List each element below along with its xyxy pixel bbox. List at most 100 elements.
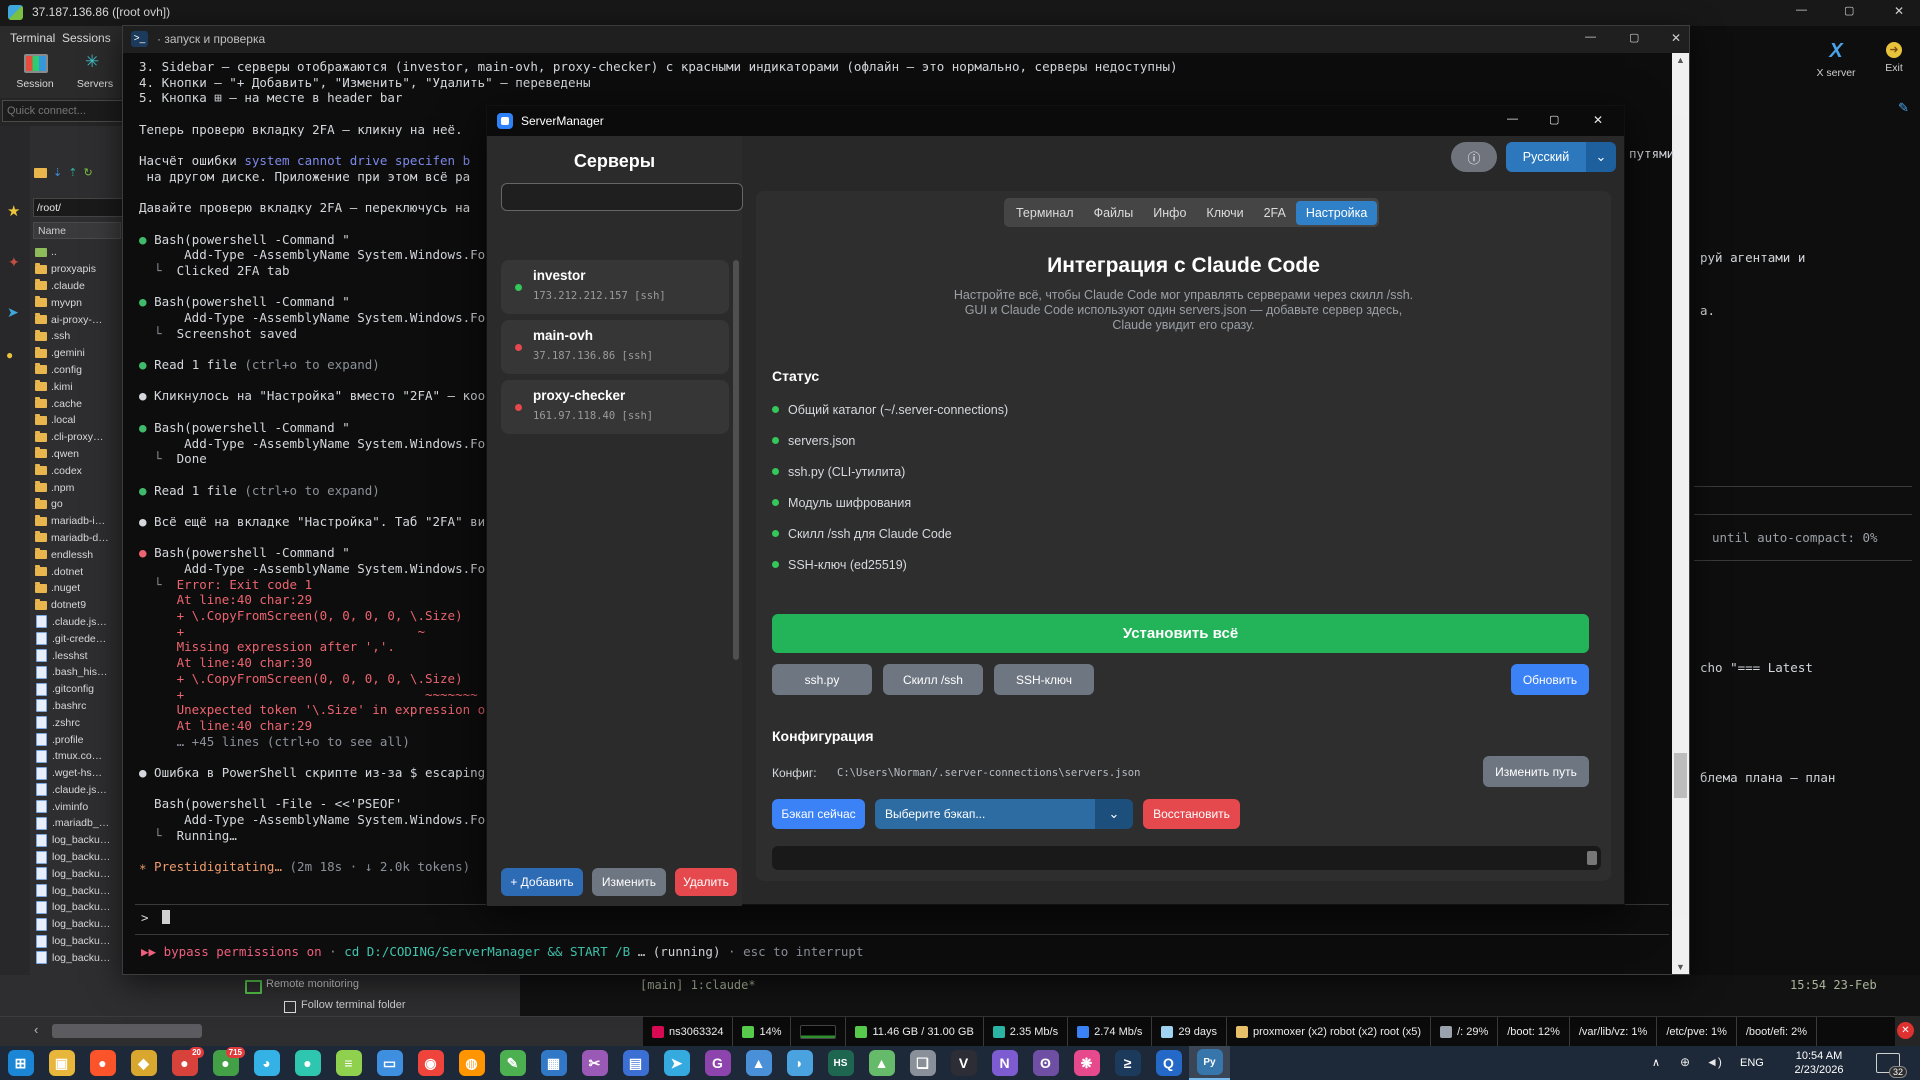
server-card[interactable]: proxy-checker161.97.118.40 [ssh] [501,380,729,434]
taskbar-icon-app-yellow[interactable]: ◆ [123,1046,164,1080]
file-row[interactable]: log_backu… [33,949,121,966]
taskbar-icon-edge[interactable]: ◕ [246,1046,287,1080]
taskbar-icon-photos[interactable]: ▲ [738,1046,779,1080]
file-row[interactable]: dotnet9 [33,597,121,614]
tray-chevron-icon[interactable]: ∧ [1652,1056,1660,1069]
taskbar-icon-design-tool[interactable]: ✂ [574,1046,615,1080]
install-SSH-ключ-button[interactable]: SSH-ключ [994,664,1094,695]
taskbar-icon-gitkraken[interactable]: ʘ [1025,1046,1066,1080]
tab-2FA[interactable]: 2FA [1254,201,1296,225]
file-row[interactable]: .zshrc [33,714,121,731]
scrollbar-up-icon[interactable]: ▲ [1676,55,1685,65]
tools-icon[interactable]: ● [6,348,13,362]
file-row[interactable]: log_backu… [33,865,121,882]
file-row[interactable]: log_backu… [33,832,121,849]
file-row[interactable]: .claude.js… [33,614,121,631]
follow-folder-label[interactable]: Follow terminal folder [301,999,406,1011]
taskbar-icon-g-app[interactable]: G [697,1046,738,1080]
file-row[interactable]: mariadb-d… [33,530,121,547]
sm-maximize-icon[interactable]: ▢ [1549,113,1559,126]
quick-connect-input[interactable] [2,100,128,122]
file-row[interactable]: .lesshst [33,647,121,664]
sm-close-icon[interactable]: ✕ [1593,113,1603,127]
file-row[interactable]: .nuget [33,580,121,597]
taskbar-icon-powershell[interactable]: ≥ [1107,1046,1148,1080]
taskbar-icon-hs-app[interactable]: HS [820,1046,861,1080]
file-row[interactable]: .qwen [33,446,121,463]
file-row[interactable]: .cli-proxy… [33,429,121,446]
file-row[interactable]: mariadb-i… [33,513,121,530]
taskbar-icon-browser-profile-2[interactable]: ●715 [205,1046,246,1080]
terminal-scrollbar[interactable]: ▲ ▼ [1672,53,1689,974]
install-Скилл /ssh-button[interactable]: Скилл /ssh [883,664,983,695]
taskbar-icon-remote-desktop[interactable]: ▭ [369,1046,410,1080]
file-row[interactable]: endlessh [33,546,121,563]
sm-output-field[interactable] [772,846,1601,870]
sm-minimize-icon[interactable]: — [1507,113,1518,125]
backup-now-button[interactable]: Бэкап сейчас [772,799,865,829]
change-path-button[interactable]: Изменить путь [1483,756,1589,787]
file-row[interactable]: log_backu… [33,933,121,950]
file-row[interactable]: .local [33,412,121,429]
file-row[interactable]: proxyapis [33,261,121,278]
maximize-icon[interactable]: ▢ [1844,4,1854,17]
taskbar-icon-notepad[interactable]: ≡ [328,1046,369,1080]
menu-terminal[interactable]: Terminal [10,31,55,45]
file-row[interactable]: .viminfo [33,798,121,815]
file-row[interactable]: .bash_his… [33,664,121,681]
file-row[interactable]: .gitconfig [33,681,121,698]
scrollbar-down-icon[interactable]: ▼ [1676,962,1685,972]
tab-Инфо[interactable]: Инфо [1143,201,1196,225]
follow-folder-checkbox[interactable] [284,1001,296,1013]
taskbar-icon-quick-tile[interactable]: Q [1148,1046,1189,1080]
taskbar-icon-brave[interactable]: ● [82,1046,123,1080]
file-row[interactable]: .git-crede… [33,630,121,647]
file-row[interactable]: .bashrc [33,698,121,715]
favorites-star-icon[interactable]: ★ [7,202,20,220]
taskbar-icon-telegram[interactable]: ➤ [656,1046,697,1080]
taskbar-icon-figma[interactable]: ❋ [1066,1046,1107,1080]
tray-network-icon[interactable]: ⊕ [1680,1055,1690,1069]
file-row[interactable]: ai-proxy-… [33,311,121,328]
info-button[interactable]: ⓘ [1451,142,1497,172]
language-dropdown[interactable]: Русский ⌄ [1506,142,1616,172]
taskbar-icon-docs-book[interactable]: ▤ [615,1046,656,1080]
monitoring-close-icon[interactable]: ✕ [1897,1022,1914,1039]
taskbar-icon-layers[interactable]: ❏ [902,1046,943,1080]
tab-Ключи[interactable]: Ключи [1196,201,1253,225]
backup-select[interactable]: Выберите бэкап... ⌄ [875,799,1133,829]
taskbar-icon-prism[interactable]: ▲ [861,1046,902,1080]
file-row[interactable]: .. [33,244,121,261]
taskbar-icon-explorer[interactable]: ▣ [41,1046,82,1080]
tab-Терминал[interactable]: Терминал [1006,201,1084,225]
edit-server-button[interactable]: Изменить [592,868,666,896]
server-card[interactable]: investor173.212.212.157 [ssh] [501,260,729,314]
terminal-close-icon[interactable]: ✕ [1671,31,1681,45]
taskbar-icon-docker[interactable]: ◗ [779,1046,820,1080]
taskbar-icon-firefox[interactable]: ◍ [451,1046,492,1080]
file-row[interactable]: .claude [33,278,121,295]
tab-Настройка[interactable]: Настройка [1296,201,1378,225]
file-row[interactable]: log_backu… [33,916,121,933]
taskbar-icon-notion[interactable]: N [984,1046,1025,1080]
file-row[interactable]: myvpn [33,294,121,311]
install-all-button[interactable]: Установить всё [772,614,1589,653]
taskbar-icon-python[interactable]: Py [1189,1046,1230,1080]
taskbar-icon-code-green[interactable]: ✎ [492,1046,533,1080]
upload-icon[interactable]: ⇡ [68,168,77,178]
exit-button[interactable]: ➜ Exit [1872,40,1916,76]
file-row[interactable]: log_backu… [33,882,121,899]
tab-Файлы[interactable]: Файлы [1084,201,1144,225]
add-server-button[interactable]: + Добавить [501,868,583,896]
file-row[interactable]: .config [33,362,121,379]
prompt-row[interactable]: > [141,910,170,925]
file-row[interactable]: .kimi [33,378,121,395]
file-row[interactable]: .codex [33,462,121,479]
taskbar-icon-browser-profile-1[interactable]: ●20 [164,1046,205,1080]
refresh-button[interactable]: Обновить [1511,664,1589,695]
files-column-header[interactable]: Name [33,222,121,239]
tray-volume-icon[interactable]: ◄) [1706,1055,1722,1069]
close-icon[interactable]: ✕ [1894,4,1904,18]
file-row[interactable]: .gemini [33,345,121,362]
restore-button[interactable]: Восстановить [1143,799,1240,829]
